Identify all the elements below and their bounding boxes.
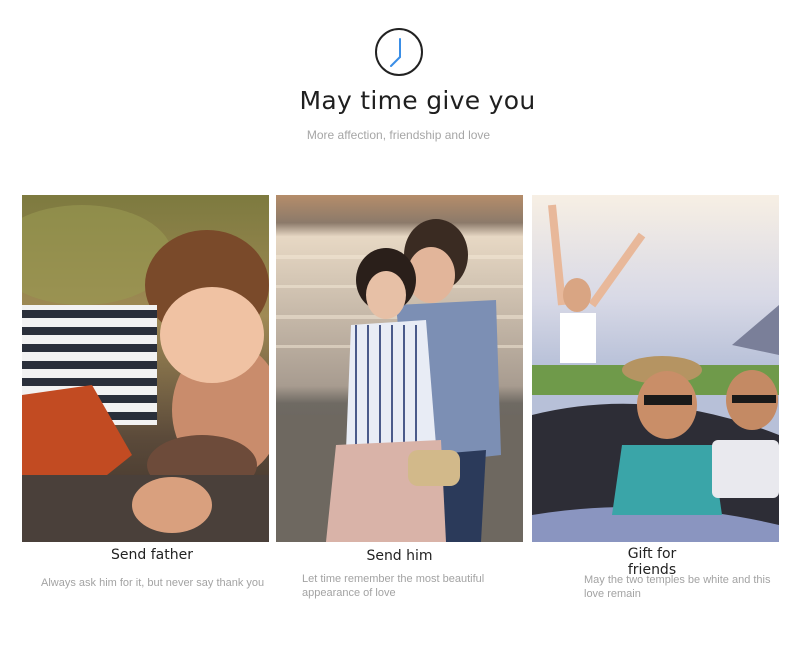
card-caption: Send him [366, 548, 433, 564]
card-description: Let time remember the most beautiful app… [302, 573, 485, 599]
card-description: May the two temples be white and this lo… [584, 574, 771, 600]
page-title: May time give you [299, 86, 536, 115]
friends-convertible-selfie-photo [532, 195, 779, 542]
card-caption: Send father [111, 547, 193, 563]
card-description: Always ask him for it, but never say tha… [41, 577, 265, 589]
father-and-child-photo [22, 195, 269, 542]
page-subtitle: More affection, friendship and love [306, 128, 491, 142]
couple-embracing-photo [276, 195, 523, 542]
clock-icon [375, 28, 423, 76]
